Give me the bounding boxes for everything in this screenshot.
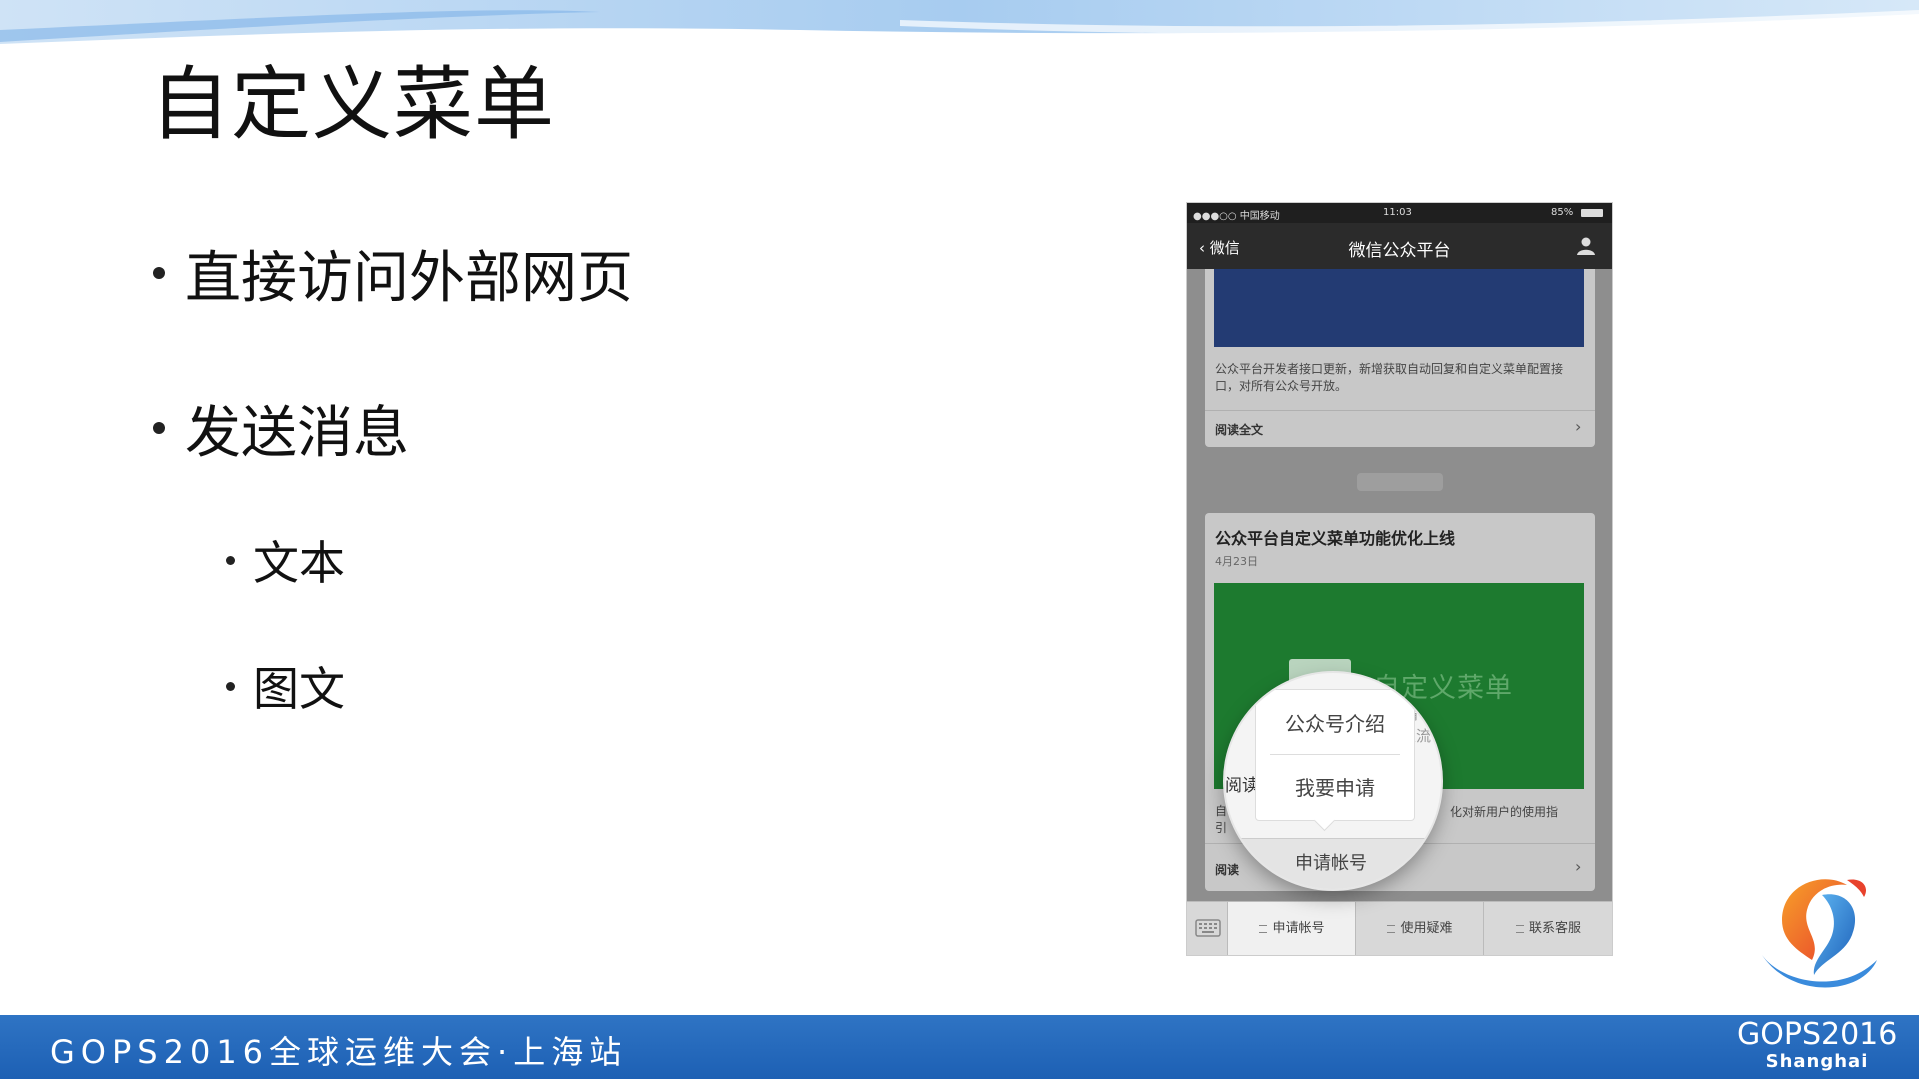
menu-item-apply-account[interactable]: 申请帐号: [1227, 902, 1356, 955]
phone-screenshot: ●●●○○ 中国移动 11:03 85% ‹ 微信 微信公众平台 公众平台开发者…: [1187, 203, 1612, 955]
bullet-dot: [153, 267, 165, 279]
brand-name: GOPS: [1737, 1017, 1821, 1052]
carrier-label: ●●●○○ 中国移动: [1193, 211, 1280, 222]
menu-item-faq[interactable]: 使用疑难: [1355, 902, 1484, 955]
sub-bullet-text: 文本: [253, 536, 345, 590]
conference-name: GOPS2016全球运维大会·上海站: [50, 1033, 628, 1071]
bullet-item: 发送消息: [153, 390, 409, 466]
submenu-item-apply[interactable]: 我要申请: [1256, 772, 1414, 801]
sub-bullet-item: 图文: [226, 653, 345, 719]
battery-label: 85%: [1551, 207, 1574, 218]
menu-lines-icon: [1515, 924, 1524, 933]
slide-title: 自定义菜单: [150, 58, 555, 151]
article-summary-fragment: 引: [1215, 821, 1228, 835]
chevron-right-icon: ›: [1575, 417, 1582, 436]
bullet-dot: [153, 422, 165, 434]
menu-item-label: 使用疑难: [1400, 921, 1453, 936]
submenu-popup: 公众号介绍 我要申请: [1255, 689, 1415, 821]
article-summary-fragment: 自: [1215, 804, 1228, 818]
bullet-item: 直接访问外部网页: [153, 235, 633, 311]
article-cover-image: [1214, 269, 1584, 347]
divider: [1270, 754, 1400, 755]
article-summary-fragment: 化对新用户的使用指: [1450, 805, 1559, 819]
brand-city: Shanghai: [1765, 1051, 1869, 1072]
menu-lines-icon: [1259, 924, 1268, 933]
top-decoration: [0, 0, 1919, 44]
time-label: 11:03: [1383, 207, 1412, 218]
battery-icon: [1581, 209, 1603, 217]
brand-year: 2016: [1821, 1017, 1898, 1052]
date-divider-pill: [1357, 473, 1443, 491]
custom-menu-bar: 申请帐号 使用疑难 联系客服: [1187, 901, 1612, 955]
submenu-item-intro[interactable]: 公众号介绍: [1256, 708, 1414, 737]
sub-bullet-text: 图文: [253, 662, 345, 716]
gops-logo-icon: [1762, 879, 1877, 988]
bullet-text: 发送消息: [185, 400, 409, 466]
magnified-menu-label: 申请帐号: [1295, 853, 1367, 874]
article-title: 公众平台自定义菜单功能优化上线: [1215, 529, 1456, 548]
bullet-dot: [226, 681, 235, 691]
bullet-dot: [226, 555, 235, 565]
magnifier-callout: 阅读 備 置流 公众号介绍 我要申请 申请帐号: [1225, 673, 1441, 889]
brand-mark: GOPS2016 Shanghai: [1737, 1019, 1897, 1073]
nav-bar: ‹ 微信 微信公众平台: [1187, 223, 1612, 269]
chevron-right-icon: ›: [1575, 857, 1582, 876]
menu-item-label: 联系客服: [1528, 921, 1581, 936]
status-bar: ●●●○○ 中国移动 11:03 85%: [1187, 203, 1612, 223]
divider: [1205, 410, 1595, 411]
menu-item-label: 申请帐号: [1272, 921, 1325, 936]
magnified-fragment: 阅读: [1225, 776, 1259, 796]
menu-item-contact[interactable]: 联系客服: [1483, 902, 1612, 955]
menu-lines-icon: [1387, 924, 1396, 933]
user-icon[interactable]: [1576, 236, 1596, 256]
article-date: 4月23日: [1215, 555, 1258, 568]
brand-name-line: GOPS2016: [1737, 1019, 1897, 1051]
article-summary: 公众平台开发者接口更新，新增获取自动回复和自定义菜单配置接口，对所有公众号开放。: [1215, 362, 1564, 393]
read-more-link[interactable]: 阅读全文: [1215, 421, 1263, 438]
sub-bullet-item: 文本: [226, 527, 345, 593]
keyboard-icon[interactable]: [1195, 919, 1221, 937]
footer-bar: GOPS2016全球运维大会·上海站 GOPS2016 Shanghai: [0, 1015, 1919, 1079]
bullet-text: 直接访问外部网页: [185, 245, 633, 311]
nav-title: 微信公众平台: [1348, 241, 1451, 261]
